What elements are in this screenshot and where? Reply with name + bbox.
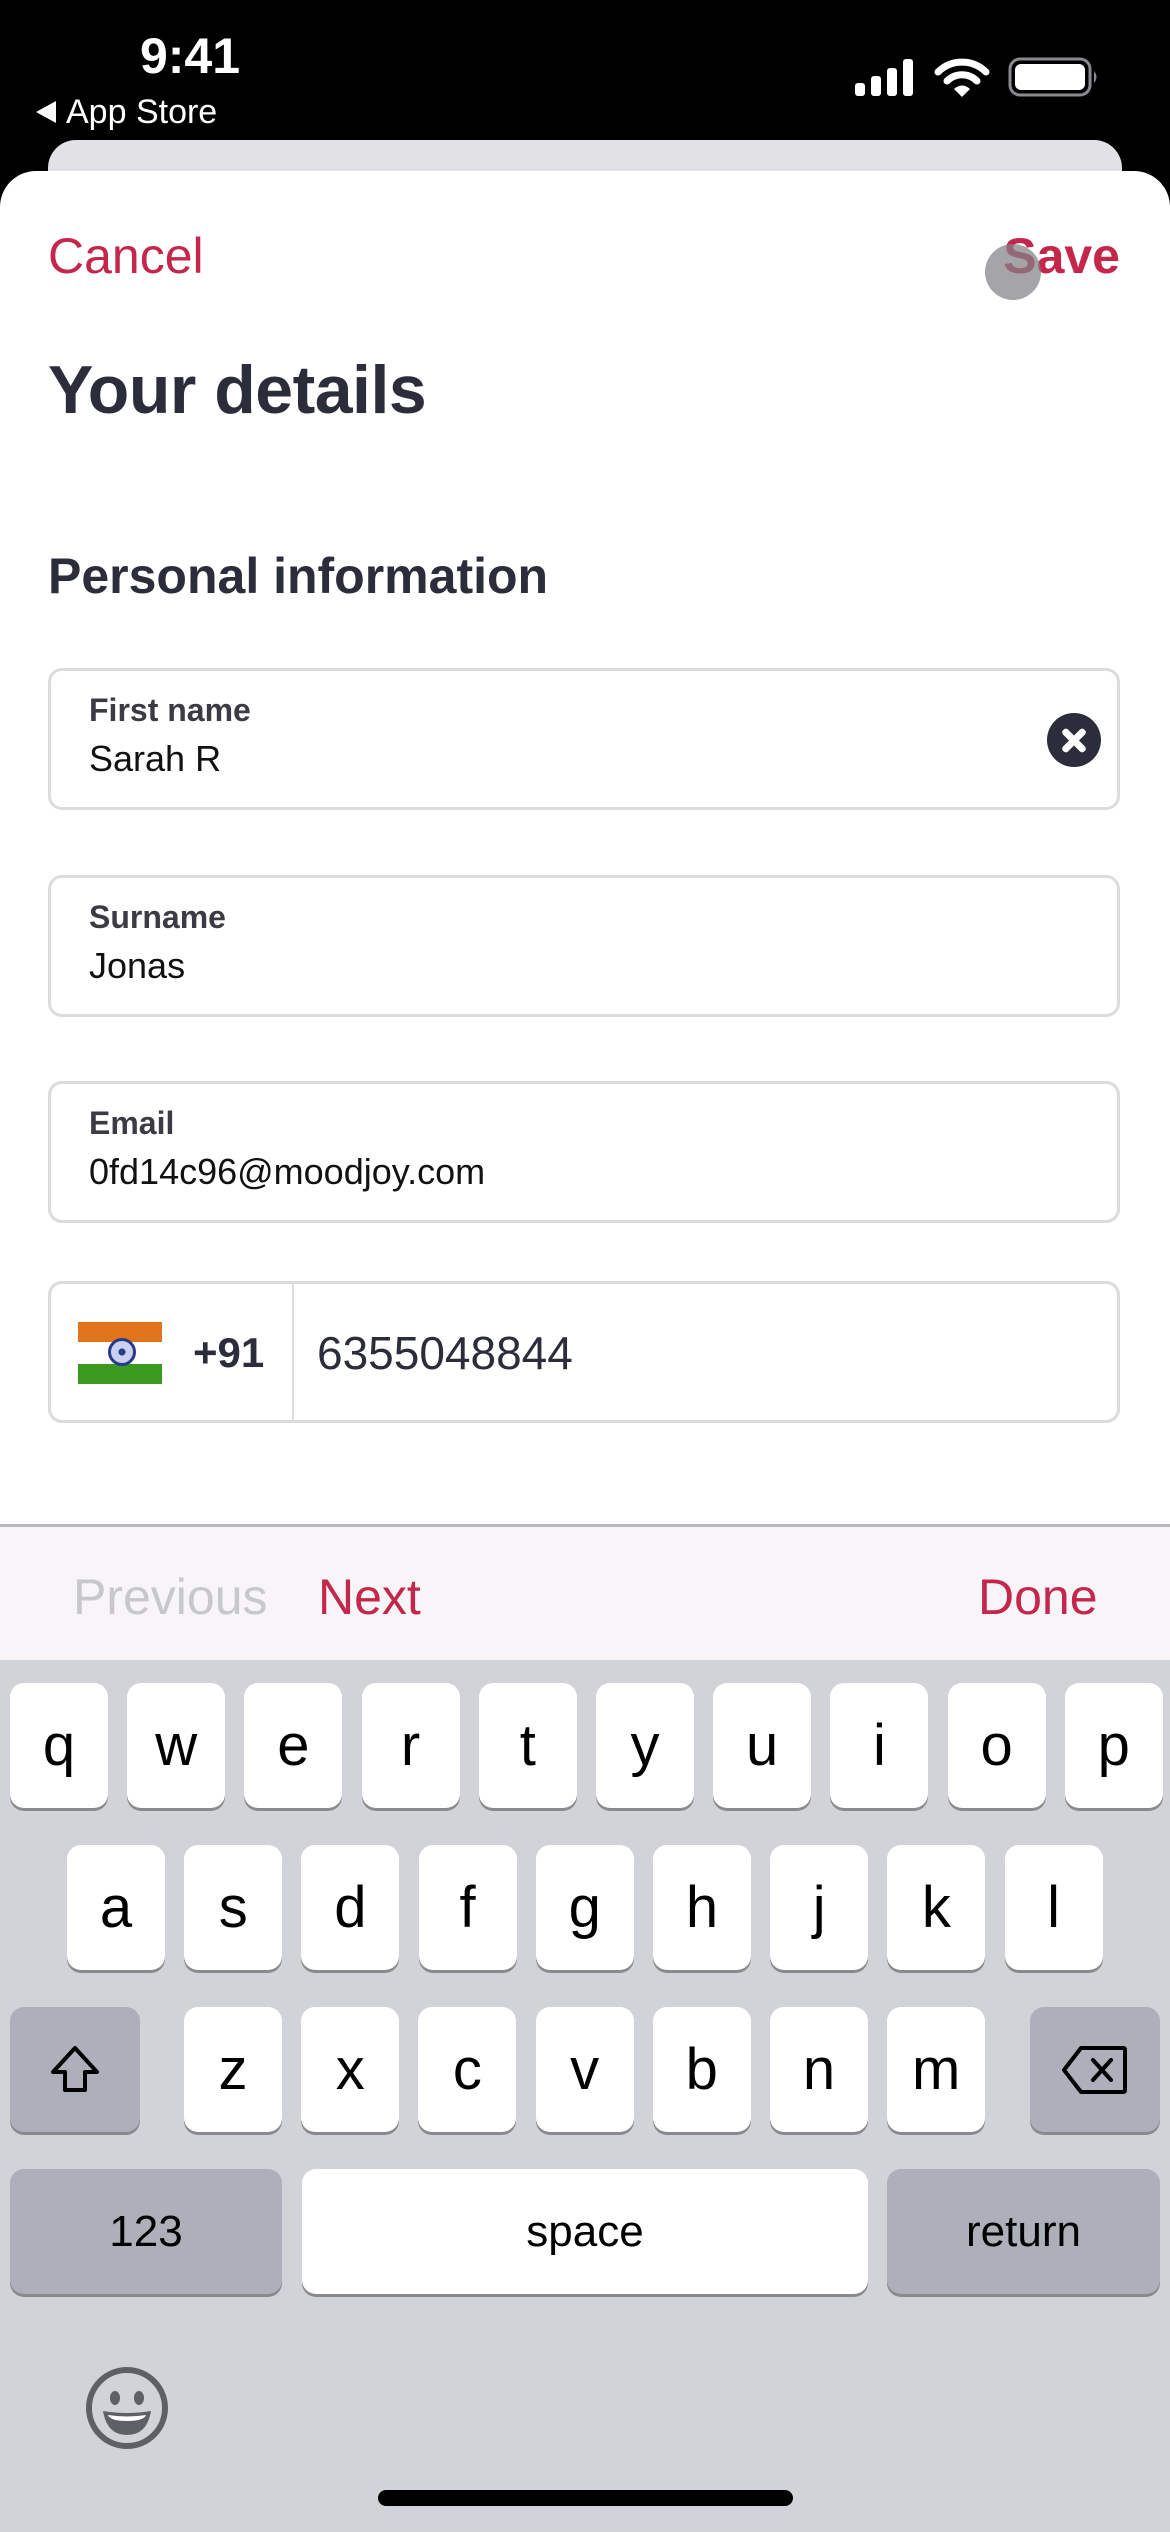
key-h[interactable]: h [653,1845,751,1970]
cancel-button[interactable]: Cancel [48,226,204,286]
email-field[interactable]: Email [48,1081,1120,1223]
email-input[interactable] [89,1150,989,1194]
status-time: 9:41 [139,28,241,84]
key-j[interactable]: j [770,1845,869,1970]
country-dial-code[interactable]: +91 [193,1328,264,1378]
key-g[interactable]: g [535,1845,634,1970]
key-f[interactable]: f [418,1845,517,1970]
key-m[interactable]: m [887,2007,986,2132]
battery-icon [1008,57,1097,97]
phone-field[interactable]: +91 [48,1281,1120,1423]
emoji-icon[interactable] [84,2365,170,2451]
first-name-field[interactable]: First name [48,668,1120,810]
backspace-icon [1062,2045,1127,2094]
india-flag-icon[interactable] [78,1322,162,1384]
phone-number-input[interactable] [317,1326,1077,1380]
shift-icon [51,2045,99,2092]
key-v[interactable]: v [535,2007,634,2132]
first-name-input[interactable] [89,737,989,781]
surname-label: Surname [89,899,226,935]
clear-text-icon[interactable] [1047,713,1101,767]
home-indicator[interactable] [378,2490,793,2506]
touch-indicator [985,244,1041,300]
key-k[interactable]: k [887,1845,986,1970]
return-key[interactable]: return [887,2169,1160,2294]
key-r[interactable]: r [361,1683,460,1808]
space-key[interactable]: space [302,2169,868,2294]
email-label: Email [89,1105,175,1141]
key-c[interactable]: c [418,2007,517,2132]
surname-field[interactable]: Surname [48,875,1120,1017]
key-y[interactable]: y [596,1683,694,1808]
key-b[interactable]: b [652,2007,751,2132]
keyboard-accessory-bar: Previous Next Done [0,1524,1170,1660]
key-a[interactable]: a [67,1845,165,1970]
done-button[interactable]: Done [978,1567,1098,1627]
key-d[interactable]: d [301,1845,400,1970]
key-e[interactable]: e [244,1683,343,1808]
key-p[interactable]: p [1064,1683,1163,1808]
back-arrow-icon [36,101,56,123]
keyboard: 123 space return qwertyuiop asdfghjkl zxcv… [0,1660,1170,2532]
key-t[interactable]: t [478,1683,577,1808]
numbers-key[interactable]: 123 [10,2169,282,2294]
key-x[interactable]: x [301,2007,400,2132]
surname-input[interactable] [89,944,989,988]
key-w[interactable]: w [127,1683,226,1808]
key-z[interactable]: z [184,2007,282,2132]
cellular-signal-icon [855,59,913,96]
key-s[interactable]: s [184,1845,283,1970]
first-name-label: First name [89,692,251,728]
key-n[interactable]: n [770,2007,868,2132]
shift-key[interactable] [10,2007,140,2132]
back-app-label: App Store [66,93,218,131]
key-i[interactable]: i [830,1683,929,1808]
phone-divider [292,1284,294,1420]
back-to-app-store[interactable]: App Store [36,92,217,132]
key-l[interactable]: l [1004,1845,1103,1970]
key-u[interactable]: u [713,1683,812,1808]
delete-key[interactable] [1030,2007,1160,2132]
next-field-button[interactable]: Next [318,1567,421,1627]
wifi-icon [934,58,990,97]
key-o[interactable]: o [947,1683,1046,1808]
section-title: Personal information [48,548,549,604]
key-q[interactable]: q [10,1683,108,1808]
previous-field-button[interactable]: Previous [73,1567,268,1627]
page-title: Your details [48,352,427,428]
